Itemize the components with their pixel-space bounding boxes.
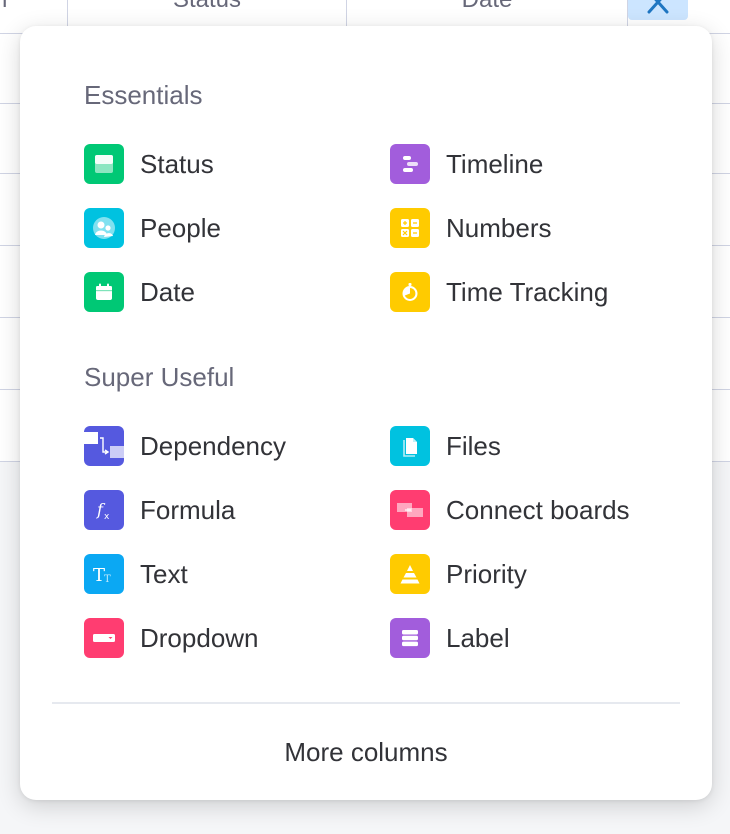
column-type-dropdown[interactable]: Dropdown [84,618,259,658]
text-icon: T T [84,554,124,594]
column-type-label: Priority [446,558,527,589]
time-tracking-icon [390,272,430,312]
add-column-menu: Essentials Status Timeline People Number… [20,26,712,800]
column-type-timeline[interactable]: Timeline [390,144,543,184]
column-type-priority[interactable]: Priority [390,554,527,594]
label-icon [390,618,430,658]
column-type-label: Formula [140,494,236,525]
more-columns-button[interactable]: More columns [20,728,712,776]
dropdown-icon [84,618,124,658]
status-icon [84,144,124,184]
column-type-numbers[interactable]: Numbers [390,208,551,248]
section-title-super-useful: Super Useful [84,362,235,392]
column-header-partial[interactable]: n [0,0,6,14]
date-icon [84,272,124,312]
column-type-label: Dropdown [140,622,259,653]
column-type-label: Files [446,430,501,461]
timeline-icon [390,144,430,184]
column-type-label: Status [140,148,214,179]
formula-icon: f x [84,490,124,530]
close-button[interactable] [628,0,688,20]
numbers-icon [390,208,430,248]
people-icon [84,208,124,248]
svg-text:x: x [104,512,110,522]
column-header-status[interactable]: Status [68,0,346,14]
section-title-essentials: Essentials [84,80,203,110]
svg-text:T: T [104,574,111,585]
column-type-label: People [140,212,221,243]
column-type-connect-boards[interactable]: Connect boards [390,490,630,530]
column-type-label: Timeline [446,148,544,179]
column-type-label-item[interactable]: Label [390,618,510,658]
close-icon [647,0,669,14]
column-type-date[interactable]: Date [84,272,195,312]
column-header-date[interactable]: Date [347,0,627,14]
column-type-label: Dependency [140,430,286,461]
dependency-icon [84,426,124,466]
column-type-formula[interactable]: f x Formula [84,490,235,530]
menu-divider [52,702,680,704]
column-type-time-tracking[interactable]: Time Tracking [390,272,608,312]
column-type-files[interactable]: Files [390,426,501,466]
column-type-label: Text [140,558,188,589]
column-type-people[interactable]: People [84,208,221,248]
column-type-label: Time Tracking [446,276,609,307]
column-type-status[interactable]: Status [84,144,214,184]
column-type-label: Date [140,276,195,307]
files-icon [390,426,430,466]
column-type-label: Connect boards [446,494,630,525]
connect-boards-icon [390,490,430,530]
column-type-label: Label [446,622,510,653]
column-type-label: Numbers [446,212,552,243]
priority-icon [390,554,430,594]
column-type-dependency[interactable]: Dependency [84,426,286,466]
column-type-text[interactable]: T T Text [84,554,188,594]
